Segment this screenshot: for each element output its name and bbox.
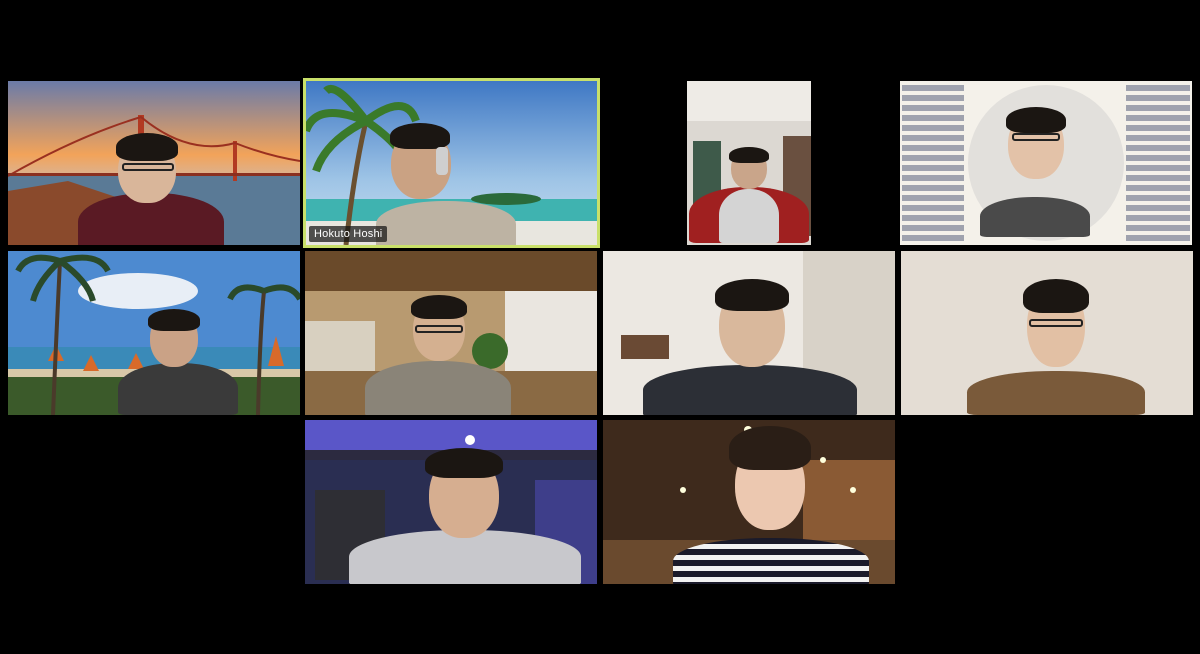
participant-video-tile-3[interactable] [603,81,895,245]
participant-video-tile-10[interactable] [603,420,895,584]
participant-video-tile-1[interactable] [8,81,300,245]
participant-video-tile-9[interactable] [305,420,597,584]
participant-video-tile-8[interactable] [901,251,1193,415]
participant-video-tile-7[interactable] [603,251,895,415]
participant-video-tile-5[interactable] [8,251,300,415]
participant-name-label: Hokuto Hoshi [309,226,388,242]
participant-video-tile-2[interactable]: Hokuto Hoshi [303,78,600,248]
participant-video-tile-4[interactable] [900,81,1192,245]
participant-video-tile-6[interactable] [305,251,597,415]
